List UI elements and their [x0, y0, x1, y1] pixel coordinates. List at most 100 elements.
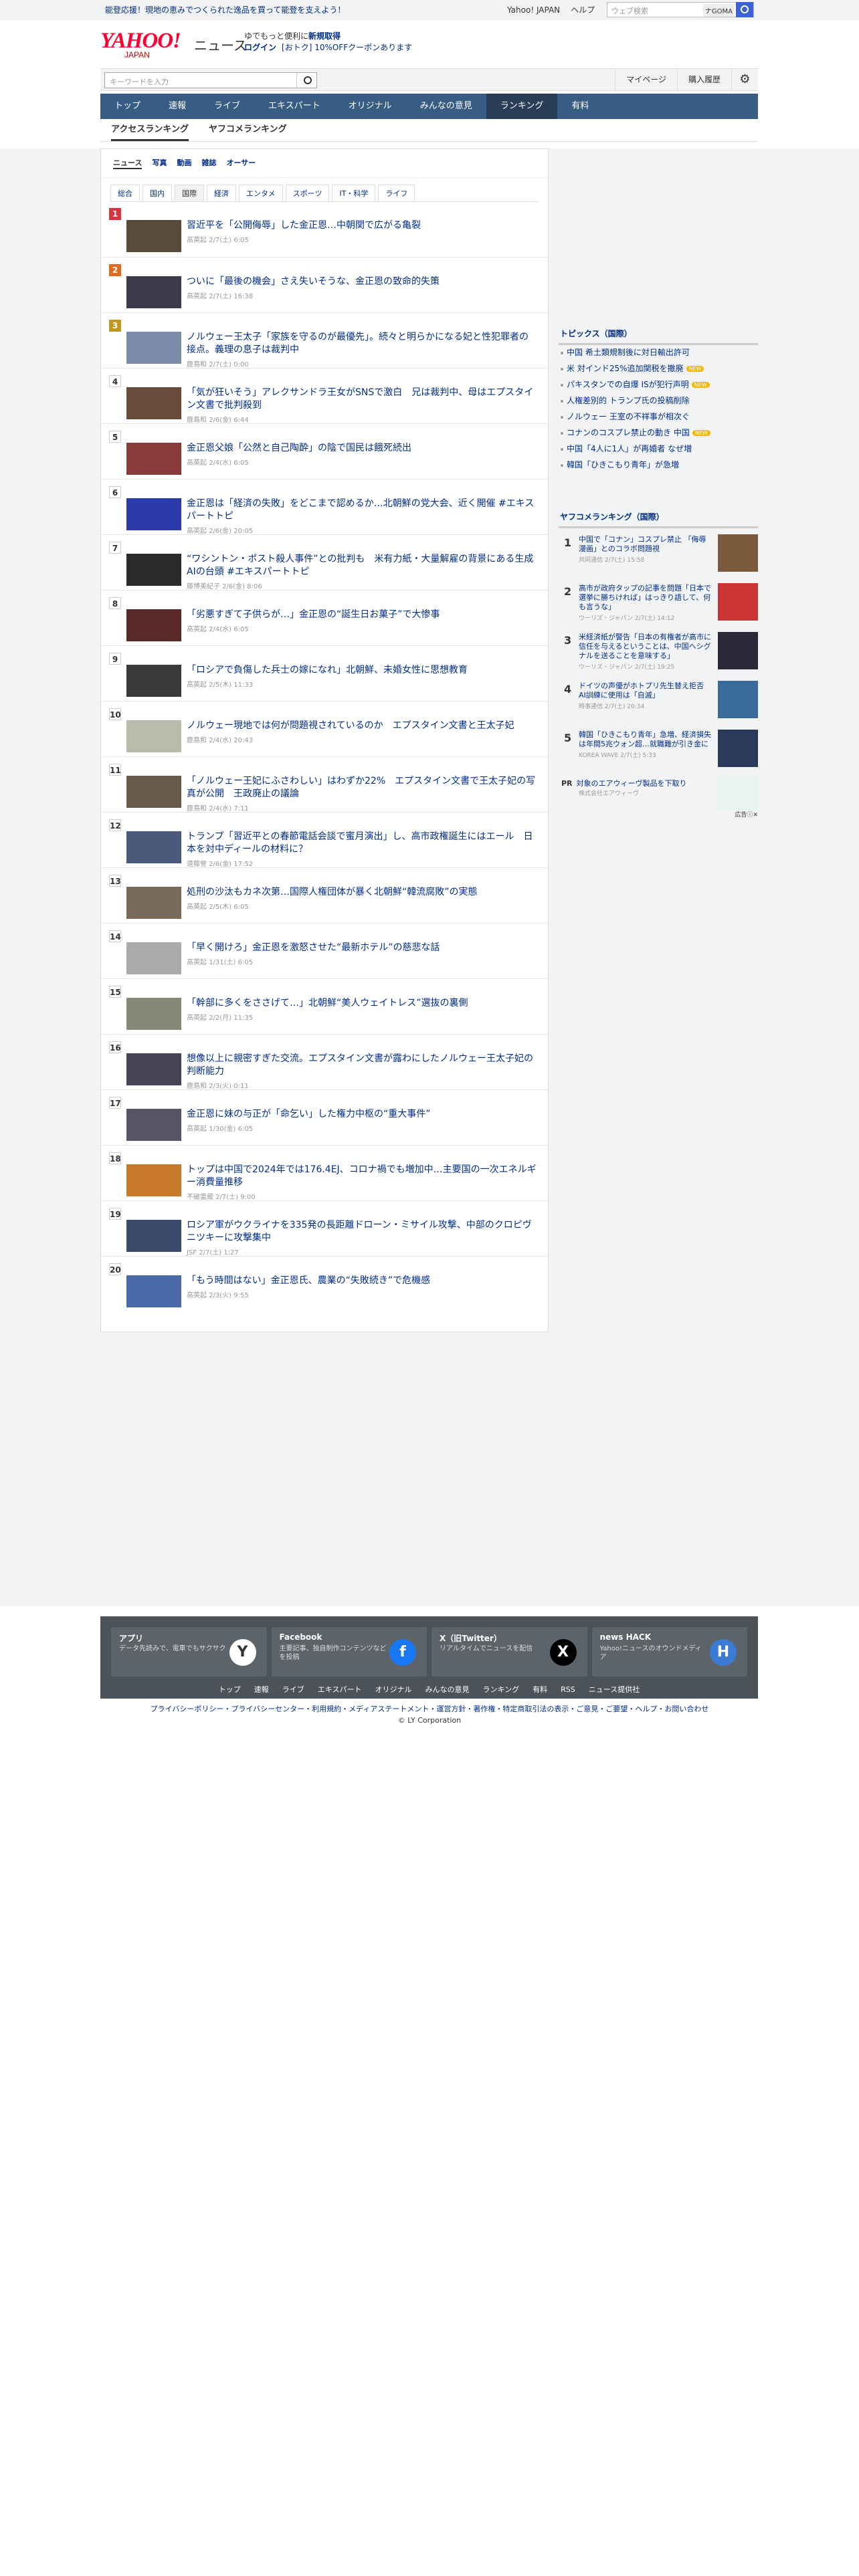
- ranking-item[interactable]: 8 「劣悪すぎて子供らが…」金正恩の“誕生日お菓子”で大惨事 高英起 2/4(水) …: [101, 590, 549, 645]
- article-title[interactable]: 想像以上に親密すぎた交流。エプスタイン文書が露わにしたノルウェー王太子妃の判断能…: [187, 1053, 537, 1078]
- article-title[interactable]: 金正恩は「経済の失敗」をどこまで認めるか…北朝鮮の党大会、近く開催 #エキスパー…: [187, 498, 537, 523]
- tab-magazine[interactable]: 雑誌: [201, 157, 216, 169]
- topic-text[interactable]: 中国 希土類規制後に対日輸出許可: [567, 348, 690, 357]
- ranking-item[interactable]: 17 金正恩に妹の与正が「命乞い」した権力中枢の“重大事件” 高英起 1/30(金)…: [101, 1089, 549, 1145]
- genre-life[interactable]: ライフ: [378, 185, 415, 201]
- comment-ranking-item[interactable]: 4 ドイツの声優がホトプリ先生替え拒否 AI訓練に使用は「自滅」 時事通信 2/7(…: [559, 675, 758, 724]
- topic-item[interactable]: パキスタンでの自爆 ISが犯行声明 NEW: [559, 377, 758, 393]
- footer-link[interactable]: トップ: [219, 1685, 241, 1694]
- article-thumbnail[interactable]: [126, 276, 181, 308]
- comment-ranking-item[interactable]: 3 米経済紙が警告「日本の有権者が高市に信任を与えるということは、中国へシグナルを…: [559, 626, 758, 675]
- footer-link[interactable]: エキスパート: [318, 1685, 362, 1694]
- article-title[interactable]: ドイツの声優がホトプリ先生替え拒否 AI訓練に使用は「自滅」: [579, 681, 712, 700]
- footer-link[interactable]: オリジナル: [375, 1685, 411, 1694]
- yahoo-japan-link[interactable]: Yahoo! JAPAN: [507, 5, 560, 15]
- article-title[interactable]: ノルウェー王太子「家族を守るのが最優先」。続々と明らかになる妃と性犯罪者の接点。…: [187, 331, 537, 356]
- app-title[interactable]: アプリ: [119, 1632, 143, 1644]
- ranking-item[interactable]: 5 金正恩父娘「公然と自己陶酔」の陰で国民は餓死続出 高英起 2/4(水) 6:05: [101, 423, 549, 479]
- pr-title[interactable]: 対象のエアウィーヴ製品を下取り: [577, 779, 687, 788]
- article-thumbnail[interactable]: [126, 1109, 181, 1141]
- article-thumbnail[interactable]: [126, 720, 181, 752]
- footer-app-card[interactable]: Facebook 主要記事、独自制作コンテンツなどを投稿 f: [271, 1627, 427, 1677]
- article-thumbnail[interactable]: [126, 1164, 181, 1196]
- article-title[interactable]: 「劣悪すぎて子供らが…」金正恩の“誕生日お菓子”で大惨事: [187, 609, 537, 621]
- genre-entertainment[interactable]: エンタメ: [239, 185, 283, 201]
- article-title[interactable]: 「気が狂いそう」アレクサンドラ王女がSNSで激白 兄は裁判中、母はエプスタイン文…: [187, 387, 537, 412]
- article-thumbnail[interactable]: [126, 1275, 181, 1307]
- ranking-item[interactable]: 15 「幹部に多くをささげて…」北朝鮮“美人ウェイトレス”選抜の裏側 高英起 2/2…: [101, 978, 549, 1034]
- gear-icon[interactable]: ⚙: [731, 69, 758, 90]
- article-thumbnail[interactable]: [126, 887, 181, 919]
- topic-item[interactable]: 人権差別的 トランプ氏の投稿削除: [559, 393, 758, 409]
- tab-photo[interactable]: 写真: [152, 157, 167, 169]
- search-icon[interactable]: [296, 73, 316, 88]
- article-title[interactable]: 米経済紙が警告「日本の有権者が高市に信任を与えるということは、中国へシグナルを送…: [579, 633, 712, 661]
- ranking-item[interactable]: 11 「ノルウェー王妃にふさわしい」はわずか22% エプスタイン文書で王太子妃の写…: [101, 756, 549, 813]
- legal-links[interactable]: プライバシーポリシー・プライバシーセンター・利用規約・メディアステートメント・運…: [0, 1703, 859, 1714]
- article-thumbnail[interactable]: [718, 632, 758, 669]
- article-title[interactable]: 処刑の沙汰もカネ次第…国際人権団体が暴く北朝鮮“韓流腐敗”の実態: [187, 886, 537, 899]
- news-section-label[interactable]: ニュース: [194, 35, 247, 54]
- article-title[interactable]: 「早く開けろ」金正恩を激怒させた“最新ホテル”の慈悲な話: [187, 942, 537, 954]
- footer-link[interactable]: ランキング: [482, 1685, 519, 1694]
- topic-text[interactable]: 人権差別的 トランプ氏の投稿削除: [567, 396, 689, 405]
- article-title[interactable]: 金正恩に妹の与正が「命乞い」した権力中枢の“重大事件”: [187, 1108, 537, 1121]
- topic-text[interactable]: コナンのコスプレ禁止の動き 中国: [567, 428, 690, 437]
- topic-item[interactable]: 韓国「ひきこもり青年」が急増: [559, 457, 758, 473]
- tab-access-ranking[interactable]: アクセスランキング: [111, 119, 189, 141]
- genre-economy[interactable]: 経済: [207, 185, 236, 201]
- tab-comment-ranking[interactable]: ヤフコメランキング: [209, 119, 287, 141]
- ranking-item[interactable]: 1 習近平を「公開侮辱」した金正恩…中朝関で広がる亀裂 高英起 2/7(土) 6:0…: [101, 201, 549, 257]
- web-search-input[interactable]: ウェブ検索 ナGOMA: [607, 2, 754, 17]
- ranking-item[interactable]: 3 ノルウェー王太子「家族を守るのが最優先」。続々と明らかになる妃と性犯罪者の接点…: [101, 312, 549, 368]
- pr-ad[interactable]: PR 対象のエアウィーヴ製品を下取り 株式会社エアウィーヴ 広告ⓘ✕: [559, 772, 758, 819]
- footer-link[interactable]: RSS: [561, 1685, 575, 1694]
- promo-link[interactable]: 能登応援！現地の恵みでつくられた逸品を買って能登を支えよう！: [105, 4, 345, 15]
- article-thumbnail[interactable]: [126, 1220, 181, 1252]
- footer-link[interactable]: みんなの意見: [425, 1685, 469, 1694]
- ranking-item[interactable]: 2 ついに「最後の機会」さえ失いそうな、金正恩の致命的失策 高英起 2/7(土) 1…: [101, 257, 549, 312]
- ranking-item[interactable]: 20 「もう時間はない」金正恩氏、農業の“失敗続き”で危機感 高英起 2/3(火) …: [101, 1256, 549, 1311]
- genre-all[interactable]: 総合: [110, 185, 140, 201]
- article-thumbnail[interactable]: [718, 730, 758, 767]
- article-thumbnail[interactable]: [718, 534, 758, 572]
- article-thumbnail[interactable]: [126, 1053, 181, 1085]
- app-title[interactable]: Facebook: [280, 1632, 322, 1642]
- article-thumbnail[interactable]: [126, 776, 181, 808]
- nav-live[interactable]: ライブ: [200, 94, 254, 119]
- article-title[interactable]: ノルウェー現地では何が問題視されているのか エプスタイン文書と王太子妃: [187, 720, 537, 732]
- ranking-item[interactable]: 16 想像以上に親密すぎた交流。エプスタイン文書が露わにしたノルウェー王太子妃の判…: [101, 1034, 549, 1090]
- article-title[interactable]: 韓国「ひきこもり青年」急増、経済損失は年間5兆ウォン超…就職難が引き金に: [579, 730, 712, 749]
- ranking-item[interactable]: 4 「気が狂いそう」アレクサンドラ王女がSNSで激白 兄は裁判中、母はエプスタイン…: [101, 368, 549, 424]
- footer-link[interactable]: ライブ: [282, 1685, 304, 1694]
- article-thumbnail[interactable]: [126, 942, 181, 974]
- nav-expert[interactable]: エキスパート: [254, 94, 335, 119]
- news-search-input[interactable]: キーワードを入力: [104, 72, 317, 88]
- article-thumbnail[interactable]: [126, 998, 181, 1030]
- coupon-link[interactable]: [おトク] 10%OFFクーポンあります: [282, 43, 412, 52]
- comment-ranking-item[interactable]: 1 中国で「コナン」コスプレ禁止 「侮辱漫画」とのコラボ問題視 共同通信 2/7(土…: [559, 528, 758, 577]
- ranking-item[interactable]: 6 金正恩は「経済の失敗」をどこまで認めるか…北朝鮮の党大会、近く開催 #エキスパ…: [101, 479, 549, 535]
- purchase-history-link[interactable]: 購入履歴: [676, 69, 731, 90]
- footer-app-card[interactable]: X（旧Twitter） リアルタイムでニュースを配信 X: [432, 1627, 587, 1677]
- article-thumbnail[interactable]: [126, 220, 181, 252]
- article-thumbnail[interactable]: [126, 831, 181, 863]
- article-title[interactable]: 中国で「コナン」コスプレ禁止 「侮辱漫画」とのコラボ問題視: [579, 535, 712, 554]
- article-title[interactable]: “ワシントン・ポスト殺人事件”との批判も 米有力紙・大量解雇の背景にある生成AI…: [187, 553, 537, 578]
- ranking-item[interactable]: 7 “ワシントン・ポスト殺人事件”との批判も 米有力紙・大量解雇の背景にある生成A…: [101, 534, 549, 591]
- ad-info-icon[interactable]: 広告ⓘ✕: [735, 810, 758, 819]
- comment-ranking-item[interactable]: 2 高市が政府タップの記事を問題「日本で選挙に勝ちければ」はっきり語して、何も言う…: [559, 577, 758, 626]
- app-title[interactable]: X（旧Twitter）: [440, 1632, 502, 1644]
- topic-text[interactable]: ノルウェー 王室の不祥事が相次ぐ: [567, 412, 690, 421]
- article-title[interactable]: 高市が政府タップの記事を問題「日本で選挙に勝ちければ」はっきり語して、何も言うな…: [579, 584, 712, 612]
- article-title[interactable]: 「もう時間はない」金正恩氏、農業の“失敗続き”で危機感: [187, 1275, 537, 1287]
- article-thumbnail[interactable]: [718, 681, 758, 718]
- tab-author[interactable]: オーサー: [226, 157, 256, 169]
- nav-opinions[interactable]: みんなの意見: [406, 94, 486, 119]
- article-title[interactable]: ロシア軍がウクライナを335発の長距離ドローン・ミサイル攻撃、中部のクロピヴニツ…: [187, 1219, 537, 1245]
- article-title[interactable]: 「ロシアで負傷した兵士の嫁になれ」北朝鮮、未婚女性に思想教育: [187, 664, 537, 677]
- topic-item[interactable]: 中国「4人に1人」が再婚者 なぜ増: [559, 441, 758, 457]
- tab-news[interactable]: ニュース: [113, 157, 142, 169]
- article-thumbnail[interactable]: [126, 387, 181, 419]
- nav-top[interactable]: トップ: [100, 94, 155, 119]
